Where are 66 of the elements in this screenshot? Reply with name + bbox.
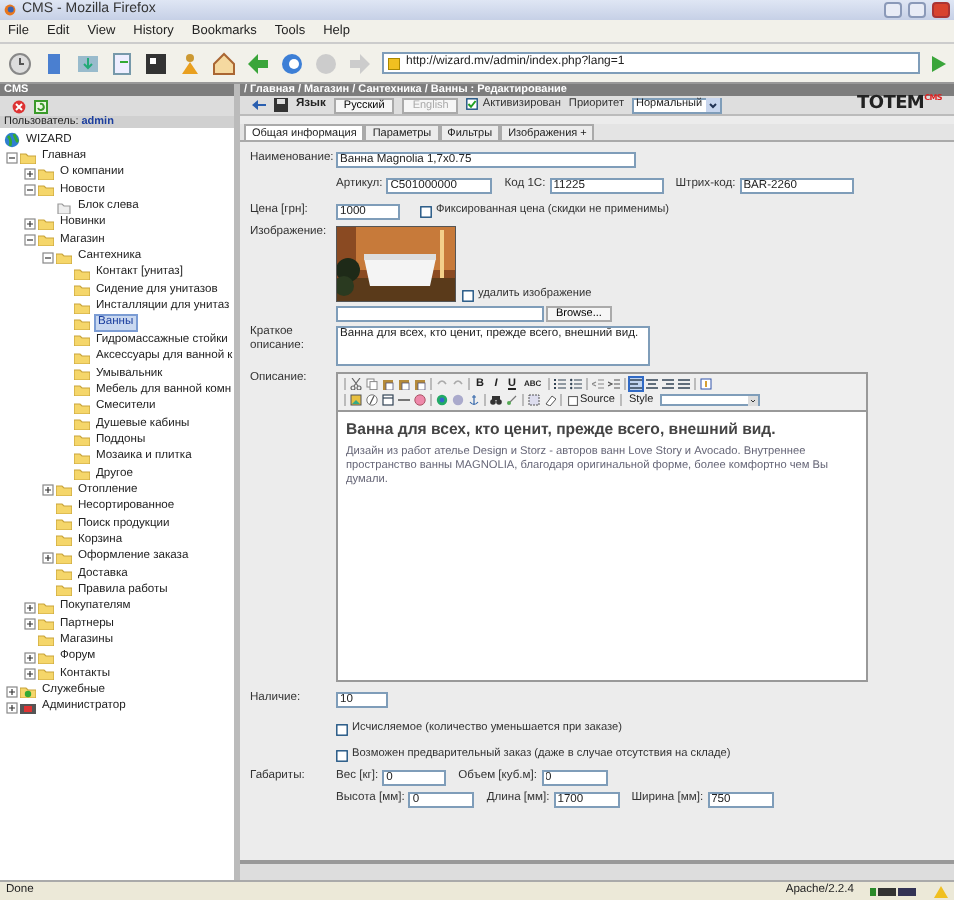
copy-icon[interactable] bbox=[366, 378, 378, 390]
dropdown-icon bbox=[747, 395, 758, 405]
reload-icon[interactable] bbox=[280, 51, 304, 75]
paste-text-icon[interactable] bbox=[398, 378, 410, 390]
outdent-icon[interactable] bbox=[591, 378, 604, 390]
paste-word-icon[interactable] bbox=[414, 378, 426, 390]
expand-icon[interactable] bbox=[24, 668, 36, 681]
folder-icon bbox=[20, 685, 36, 698]
align-justify-icon[interactable] bbox=[677, 378, 690, 390]
document-icon bbox=[568, 395, 578, 405]
globe-icon bbox=[4, 132, 20, 149]
back-arrow-icon[interactable] bbox=[252, 98, 266, 112]
rich-text-editor[interactable] bbox=[336, 372, 868, 682]
refresh-icon[interactable] bbox=[34, 99, 48, 113]
table-icon[interactable] bbox=[382, 394, 394, 406]
style-select[interactable] bbox=[659, 394, 760, 406]
bulleted-list-icon[interactable] bbox=[569, 378, 582, 390]
page-icon[interactable] bbox=[110, 51, 134, 75]
scissors-icon[interactable] bbox=[350, 378, 362, 390]
exit-icon[interactable] bbox=[12, 99, 26, 113]
select-all-icon[interactable] bbox=[528, 394, 540, 406]
grid-icon[interactable] bbox=[144, 51, 168, 75]
download-icon[interactable] bbox=[76, 51, 100, 75]
horizontal-rule-icon[interactable] bbox=[398, 394, 410, 406]
person-icon[interactable] bbox=[178, 51, 202, 75]
eraser-icon[interactable] bbox=[544, 394, 556, 406]
indent-icon[interactable] bbox=[607, 378, 620, 390]
paste-icon[interactable] bbox=[382, 378, 394, 390]
checkbox[interactable] bbox=[336, 723, 348, 735]
expand-icon[interactable] bbox=[24, 601, 36, 614]
page-icon bbox=[388, 57, 400, 69]
back-icon[interactable] bbox=[246, 51, 270, 75]
numbered-list-icon[interactable] bbox=[553, 378, 566, 390]
checkbox[interactable] bbox=[336, 749, 348, 761]
case-icon bbox=[20, 701, 36, 714]
expand-icon[interactable] bbox=[24, 217, 36, 230]
checkbox[interactable] bbox=[420, 205, 432, 217]
image-icon[interactable] bbox=[350, 394, 362, 406]
anchor-icon[interactable] bbox=[468, 394, 480, 406]
go-icon[interactable] bbox=[930, 55, 946, 71]
addon-icon[interactable] bbox=[870, 885, 918, 897]
collapse-icon[interactable] bbox=[6, 151, 18, 164]
align-left-icon[interactable] bbox=[629, 378, 642, 390]
expand-icon[interactable] bbox=[6, 685, 18, 698]
home-icon[interactable] bbox=[212, 51, 236, 75]
collapse-icon[interactable] bbox=[24, 234, 36, 247]
save-icon[interactable] bbox=[274, 98, 288, 112]
expand-icon[interactable] bbox=[42, 551, 54, 564]
collapse-icon[interactable] bbox=[42, 251, 54, 264]
close-button[interactable] bbox=[932, 2, 950, 18]
expand-icon[interactable] bbox=[24, 618, 36, 631]
dropdown-icon bbox=[706, 98, 721, 112]
align-center-icon[interactable] bbox=[645, 378, 658, 390]
align-right-icon[interactable] bbox=[661, 378, 674, 390]
minimize-button[interactable] bbox=[884, 2, 902, 18]
clock-icon[interactable] bbox=[8, 51, 32, 75]
expand-icon[interactable] bbox=[6, 701, 18, 714]
collapse-icon[interactable] bbox=[24, 184, 36, 197]
file-field[interactable] bbox=[336, 305, 544, 321]
checkbox[interactable] bbox=[462, 289, 474, 302]
expand-icon[interactable] bbox=[24, 167, 36, 180]
checkbox[interactable] bbox=[466, 98, 479, 111]
binoculars-icon[interactable] bbox=[490, 394, 502, 406]
expand-icon[interactable] bbox=[24, 651, 36, 664]
maximize-button[interactable] bbox=[908, 2, 926, 18]
expand-icon[interactable] bbox=[42, 484, 54, 497]
